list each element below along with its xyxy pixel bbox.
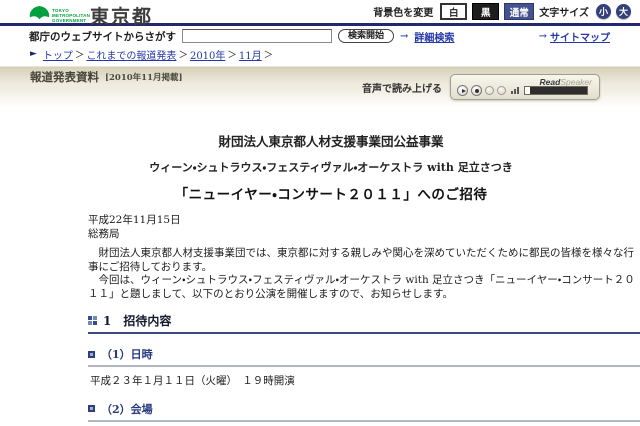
banner-title: 報道発表資料 [30,69,99,84]
progress-bar[interactable] [524,86,588,95]
readspeaker-controls [457,85,588,96]
readspeaker-player[interactable]: ReadSpeaker [450,74,600,100]
page-title: 「ニューイヤー・コンサート２０１１」へのご招待 [174,187,488,203]
play-icon[interactable] [457,85,468,96]
subsection-heading-venue: （2）会場 [88,401,640,422]
text-small-button[interactable]: 小 [596,4,611,19]
article-subtitle: ウィーン・シュトラウス・フェスティヴァル・オーケストラ with 足立さつき [149,161,513,174]
bureau-name: 総務局 [88,228,120,240]
logo-org-ja: 東京都 [90,6,154,28]
section-heading-invitation: 1 招待内容 [88,312,640,334]
pointer-icon: ► [30,49,37,59]
breadcrumb: ► トップ ＞ これまでの報道発表 ＞ 2010年 ＞ 11月 ＞ [0,46,640,62]
square-bullet-icon [88,350,95,358]
breadcrumb-separator: ＞ [74,50,85,61]
breadcrumb-separator: ＞ [227,50,237,61]
square-bullet-icon [88,405,95,412]
byline: 平成22年11月15日 総務局 [88,213,640,241]
forward-icon[interactable] [497,86,506,95]
article-titles: 財団法人東京都人材支援事業団公益事業 ウィーン・シュトラウス・フェスティヴァル・… [88,131,640,203]
stop-icon[interactable] [471,85,482,96]
subsection-heading-datetime: （1）日時 [88,346,640,367]
intro-paragraph-2: 今回は、ウィーン・シュトラウス・フェスティヴァル・オーケストラ with 足立さ… [88,274,635,300]
subsection-heading-label: （1）日時 [101,348,153,361]
volume-icon[interactable] [511,87,519,94]
tokyo-ginkgo-icon [29,6,50,20]
arrow-icon: → [400,30,409,42]
section-heading-label: 1 招待内容 [103,314,172,328]
release-date: 平成22年11月15日 [88,214,181,226]
datetime-text: 平成２３年１月１１日（火曜） １９時開演 [90,375,295,387]
breadcrumb-link-november[interactable]: 11月 [239,47,262,62]
breadcrumb-link-press-releases[interactable]: これまでの報道発表 [86,47,176,62]
text-size-label: 文字サイズ [539,8,589,19]
bg-normal-button[interactable]: 通常 [504,3,535,20]
article: 財団法人東京都人材支援事業団公益事業 ウィーン・シュトラウス・フェスティヴァル・… [88,131,640,426]
readspeaker-widget: 音声で読み上げる ReadSpeaker [362,74,600,100]
search-bar: 都庁のウェブサイトからさがす 検索開始 → 詳細検索 → サイトマップ [0,26,640,46]
site-header: TOKYO METROPOLITAN GOVERNMENT 東京都 背景色を変更… [0,0,640,28]
search-label: 都庁のウェブサイトからさがす [29,30,176,43]
banner-date-note: [2010年11月掲載] [105,72,183,83]
logo-org-en: TOKYO METROPOLITAN GOVERNMENT [52,7,91,24]
search-input[interactable] [182,29,332,43]
advanced-search-link[interactable]: 詳細検索 [414,29,454,44]
bg-color-label: 背景色を変更 [373,8,434,19]
rewind-icon[interactable] [485,86,494,95]
search-start-button[interactable]: 検索開始 [338,29,395,43]
tokyo-logo[interactable]: TOKYO METROPOLITAN GOVERNMENT 東京都 [29,2,153,29]
breadcrumb-separator: ＞ [178,50,188,61]
article-supertitle: 財団法人東京都人材支援事業団公益事業 [218,134,444,149]
section-squares-icon [88,316,97,325]
intro-paragraph-1: 財団法人東京都人材支援事業団では、東京都に対する親しみや関心を深めていただくため… [88,247,634,273]
sitemap-link[interactable]: サイトマップ [550,29,610,44]
subsection-heading-label: （2）会場 [101,402,153,416]
bg-black-button[interactable]: 黒 [472,3,500,20]
breadcrumb-link-top[interactable]: トップ [43,47,73,62]
readspeaker-label: 音声で読み上げる [362,83,442,95]
intro-paragraphs: 財団法人東京都人材支援事業団では、東京都に対する親しみや関心を深めていただくため… [88,247,640,301]
arrow-icon: → [538,30,547,42]
accessibility-controls: 背景色を変更 白 黒 通常 文字サイズ 小 大 [373,3,631,20]
breadcrumb-separator: ＞ [263,50,274,61]
bg-white-button[interactable]: 白 [440,3,468,20]
breadcrumb-link-2010[interactable]: 2010年 [190,47,225,62]
text-large-button[interactable]: 大 [616,4,631,19]
